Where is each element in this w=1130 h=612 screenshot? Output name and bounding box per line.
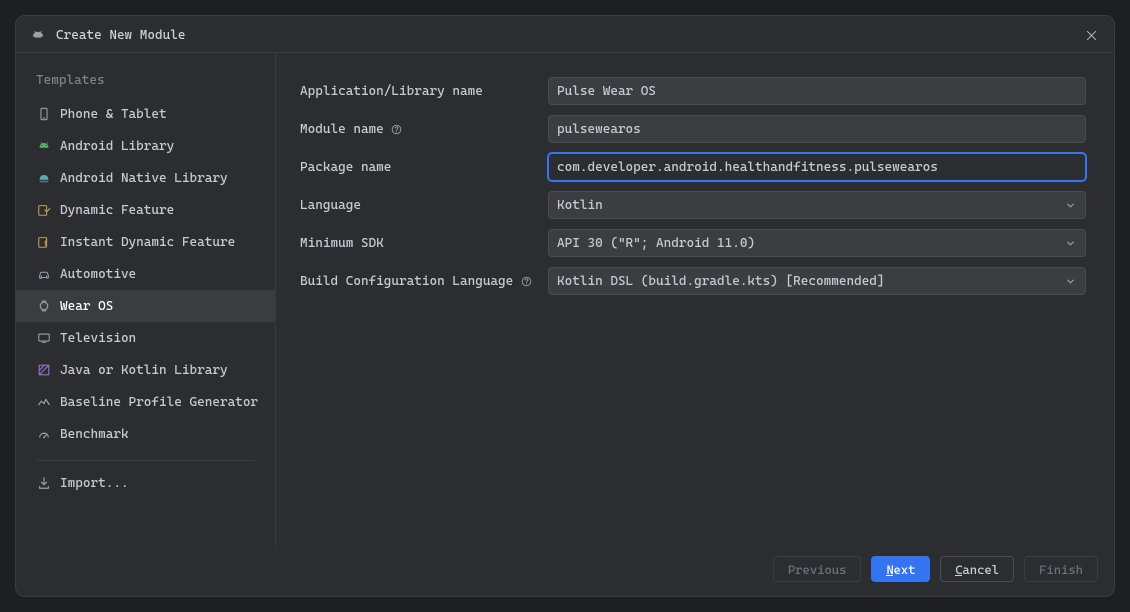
template-label: Wear OS [60, 299, 113, 314]
template-label: Java or Kotlin Library [60, 363, 228, 378]
app-name-label: Application/Library name [300, 84, 548, 99]
template-wear-os[interactable]: Wear OS [16, 290, 275, 322]
import-module[interactable]: Import... [16, 467, 275, 499]
template-label: Benchmark [60, 427, 129, 442]
package-name-input[interactable] [548, 153, 1086, 181]
template-instant-dynamic-feature[interactable]: Instant Dynamic Feature [16, 226, 275, 258]
close-button[interactable] [1082, 26, 1100, 44]
template-label: Instant Dynamic Feature [60, 235, 235, 250]
module-name-help-icon[interactable] [390, 122, 404, 136]
instant-dynamic-feature-icon [36, 234, 52, 250]
module-name-input[interactable] [548, 115, 1086, 143]
native-library-icon [36, 170, 52, 186]
build-lang-select[interactable]: Kotlin DSL (build.gradle.kts) [Recommend… [548, 267, 1086, 295]
dialog-titlebar: Create New Module [16, 16, 1114, 52]
min-sdk-label: Minimum SDK [300, 236, 548, 251]
templates-list: Phone & Tablet Android Library Android N… [16, 98, 275, 450]
benchmark-icon [36, 426, 52, 442]
templates-section-label: Templates [16, 67, 275, 98]
create-module-dialog: Create New Module Templates Phone & Tabl… [15, 15, 1115, 597]
template-label: Android Native Library [60, 171, 228, 186]
android-icon [30, 27, 46, 43]
build-lang-value: Kotlin DSL (build.gradle.kts) [Recommend… [557, 274, 885, 289]
next-rest: ext [893, 562, 915, 577]
template-dynamic-feature[interactable]: Dynamic Feature [16, 194, 275, 226]
template-television[interactable]: Television [16, 322, 275, 354]
close-icon [1085, 29, 1098, 42]
module-form: Application/Library name Module name Pac… [276, 53, 1114, 546]
template-label: Phone & Tablet [60, 107, 167, 122]
template-label: Dynamic Feature [60, 203, 174, 218]
template-android-library[interactable]: Android Library [16, 130, 275, 162]
min-sdk-select[interactable]: API 30 ("R"; Android 11.0) [548, 229, 1086, 257]
kotlin-library-icon [36, 362, 52, 378]
chevron-down-icon [1063, 236, 1077, 250]
phone-icon [36, 106, 52, 122]
template-label: Baseline Profile Generator [60, 395, 258, 410]
dialog-title: Create New Module [56, 28, 186, 43]
template-benchmark[interactable]: Benchmark [16, 418, 275, 450]
template-baseline-profile-generator[interactable]: Baseline Profile Generator [16, 386, 275, 418]
min-sdk-value: API 30 ("R"; Android 11.0) [557, 236, 755, 251]
television-icon [36, 330, 52, 346]
baseline-profile-icon [36, 394, 52, 410]
chevron-down-icon [1063, 198, 1077, 212]
previous-button: Previous [773, 556, 862, 582]
chevron-down-icon [1063, 274, 1077, 288]
language-value: Kotlin [557, 198, 603, 213]
next-button[interactable]: Next [871, 556, 930, 582]
finish-button: Finish [1024, 556, 1098, 582]
app-name-input[interactable] [548, 77, 1086, 105]
template-phone-tablet[interactable]: Phone & Tablet [16, 98, 275, 130]
build-lang-help-icon[interactable] [519, 274, 533, 288]
automotive-icon [36, 266, 52, 282]
cancel-button[interactable]: Cancel [940, 556, 1014, 582]
package-name-label: Package name [300, 160, 548, 175]
template-label: Android Library [60, 139, 174, 154]
cancel-rest: ancel [962, 562, 999, 577]
android-library-icon [36, 138, 52, 154]
templates-sidebar: Templates Phone & Tablet Android Library [16, 53, 276, 546]
sidebar-divider [36, 460, 255, 461]
language-select[interactable]: Kotlin [548, 191, 1086, 219]
import-label: Import... [60, 476, 129, 491]
template-android-native-library[interactable]: Android Native Library [16, 162, 275, 194]
template-java-kotlin-library[interactable]: Java or Kotlin Library [16, 354, 275, 386]
build-lang-label: Build Configuration Language [300, 274, 513, 289]
import-icon [36, 475, 52, 491]
module-name-label: Module name [300, 122, 384, 137]
dynamic-feature-icon [36, 202, 52, 218]
wear-os-icon [36, 298, 52, 314]
dialog-body: Templates Phone & Tablet Android Library [16, 52, 1114, 546]
template-label: Television [60, 331, 136, 346]
dialog-footer: Previous Next Cancel Finish [16, 546, 1114, 596]
language-label: Language [300, 198, 548, 213]
template-label: Automotive [60, 267, 136, 282]
template-automotive[interactable]: Automotive [16, 258, 275, 290]
